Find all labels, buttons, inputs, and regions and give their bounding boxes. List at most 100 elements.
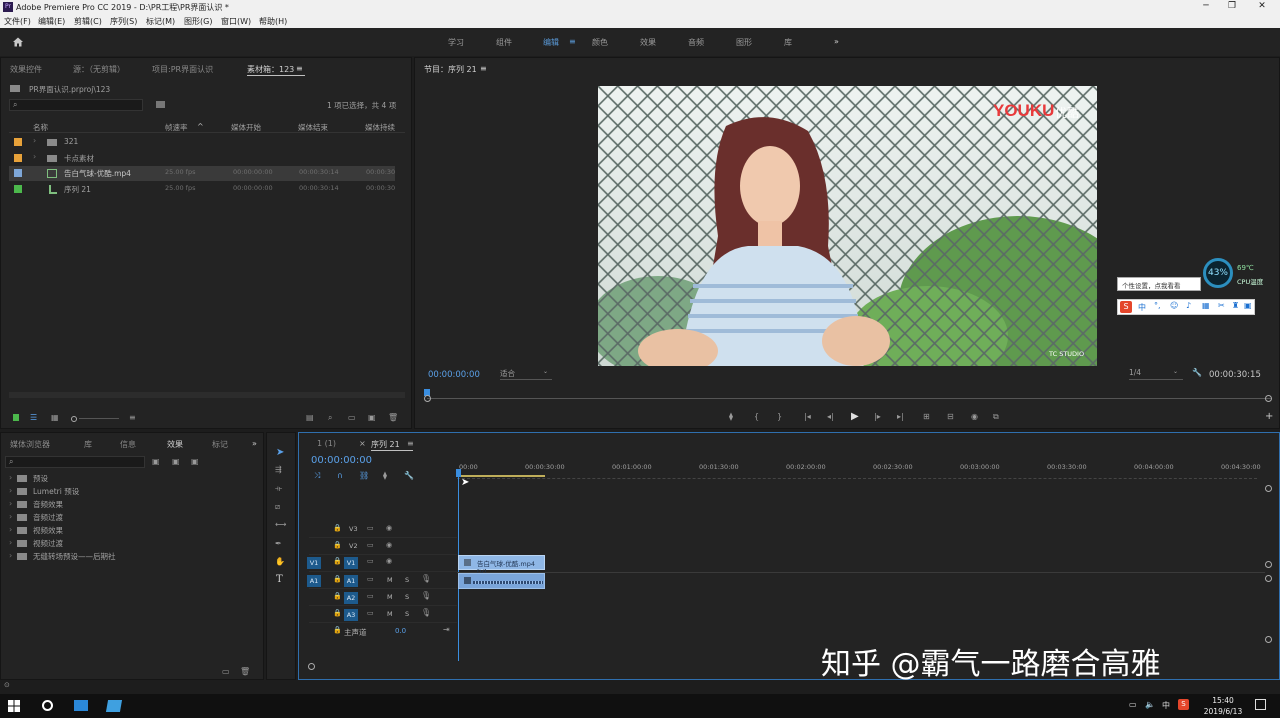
extract-icon[interactable]: ⊟ — [947, 412, 954, 421]
lock-icon[interactable] — [13, 414, 19, 421]
menu-file[interactable]: 文件(F) — [4, 16, 31, 27]
find-icon[interactable]: ⌕ — [328, 413, 332, 423]
go-to-end-icon[interactable]: ⇥ — [443, 625, 450, 634]
go-to-in-icon[interactable]: |◂ — [804, 412, 811, 421]
microphone-icon[interactable]: 🎙 — [421, 574, 431, 583]
program-menu-icon[interactable]: ≡ — [480, 64, 487, 73]
timeline-zoom-handle[interactable] — [308, 663, 315, 670]
playhead-handle[interactable] — [456, 469, 461, 477]
program-timecode[interactable]: 00:00:00:00 — [428, 370, 480, 380]
pen-tool-icon[interactable]: ✒ — [275, 539, 282, 548]
add-marker-icon[interactable]: ⧫ — [383, 471, 387, 480]
eye-icon[interactable]: ◉ — [386, 557, 392, 565]
sync-lock-icon[interactable]: ▭ — [367, 592, 374, 600]
horizontal-scrollbar[interactable] — [9, 392, 405, 398]
track-target-a2[interactable]: A2 — [344, 592, 358, 604]
label-color-swatch[interactable] — [14, 169, 22, 177]
lock-icon[interactable]: 🔒 — [333, 626, 342, 634]
vertical-scroll-handle[interactable] — [1265, 636, 1272, 643]
new-bin-from-search-icon[interactable] — [156, 101, 165, 108]
tab-effect-controls[interactable]: 效果控件 — [10, 64, 42, 75]
lock-icon[interactable]: 🔒 — [333, 557, 342, 565]
mute-button[interactable]: M — [387, 610, 393, 618]
step-back-icon[interactable]: ◂| — [827, 412, 834, 421]
mark-in-icon[interactable]: { — [754, 412, 759, 421]
effects-search-input[interactable]: ⌕ — [5, 456, 145, 468]
track-target-a3[interactable]: A3 — [344, 609, 358, 621]
label-color-swatch[interactable] — [14, 138, 22, 146]
col-media-end[interactable]: 媒体结束 — [298, 122, 328, 133]
track-select-tool-icon[interactable]: ⇶ — [275, 465, 282, 474]
comparison-view-icon[interactable]: ⧉ — [993, 412, 999, 422]
selection-tool-icon[interactable]: ➤ — [276, 447, 284, 458]
delete-icon[interactable]: 🗑 — [240, 667, 250, 676]
chevron-right-icon[interactable]: › — [33, 136, 36, 145]
lock-icon[interactable]: 🔒 — [333, 541, 342, 549]
sogou-tray-icon[interactable]: S — [1178, 699, 1189, 710]
workspace-editing[interactable]: 编辑 — [543, 37, 559, 48]
video-frame[interactable]: YOUKU 优酷 TC STUDIO — [598, 86, 1097, 366]
ime-toolbar[interactable]: S 中 °, ☺ ♪ ▦ ✂ ♜ ▣ — [1117, 299, 1255, 315]
col-media-duration[interactable]: 媒体持续 — [365, 122, 395, 133]
yuv-effects-icon[interactable]: ▣ — [191, 457, 199, 466]
skin-icon[interactable]: ♜ — [1232, 301, 1239, 310]
timeline-timecode[interactable]: 00:00:00:00 — [311, 455, 372, 466]
mark-out-icon[interactable]: } — [777, 412, 782, 421]
punctuation-icon[interactable]: °, — [1154, 301, 1161, 310]
type-tool-icon[interactable]: T — [276, 574, 283, 585]
label-color-swatch[interactable] — [14, 185, 22, 193]
tree-item-audio-effects[interactable]: › 音频效果 — [9, 499, 249, 512]
step-forward-icon[interactable]: |▸ — [874, 412, 881, 421]
chevron-right-icon[interactable]: › — [33, 152, 36, 161]
menu-help[interactable]: 帮助(H) — [259, 16, 287, 27]
tab-sequence-21[interactable]: 序列 21 — [371, 439, 400, 450]
icon-view-icon[interactable]: ▦ — [51, 413, 59, 422]
button-editor-plus-icon[interactable]: + — [1265, 411, 1273, 422]
label-color-swatch[interactable] — [14, 154, 22, 162]
workspace-more-button[interactable]: » — [834, 37, 839, 46]
workspace-assembly[interactable]: 组件 — [496, 37, 512, 48]
list-item[interactable]: › 卡点素材 — [9, 151, 395, 166]
fit-dropdown[interactable]: 适合 ⌄ — [500, 368, 552, 380]
volume-icon[interactable]: 🔈 — [1145, 700, 1155, 709]
microphone-icon[interactable]: 🎙 — [421, 591, 431, 600]
tab-project[interactable]: 项目:PR界面认识 — [152, 64, 213, 75]
tab-source[interactable]: 源：（无剪辑） — [73, 64, 125, 75]
video-clip[interactable]: 告白气球-优酷.mp4 [V] — [458, 555, 545, 576]
tree-item-video-effects[interactable]: › 视频效果 — [9, 525, 249, 538]
tree-item-video-transitions[interactable]: › 视频过渡 — [9, 538, 249, 551]
project-search-input[interactable]: ⌕ — [9, 99, 143, 111]
tree-item-presets[interactable]: › 预设 — [9, 473, 249, 486]
workspace-color[interactable]: 颜色 — [592, 37, 608, 48]
sync-lock-icon[interactable]: ▭ — [367, 575, 374, 583]
close-button[interactable]: ✕ — [1252, 1, 1272, 11]
list-item[interactable]: 序列 21 25.00 fps 00:00:00:00 00:00:30:14 … — [9, 182, 395, 197]
clock-date[interactable]: 2019/6/13 — [1198, 707, 1248, 716]
workspace-graphics[interactable]: 图形 — [736, 37, 752, 48]
track-target-v1[interactable]: V1 — [344, 557, 358, 569]
new-bin-icon[interactable]: ▭ — [348, 413, 356, 422]
col-media-start[interactable]: 媒体开始 — [231, 122, 261, 133]
new-custom-bin-icon[interactable]: ▭ — [222, 667, 230, 676]
scrub-start-handle[interactable] — [424, 395, 431, 402]
razor-tool-icon[interactable]: ⧄ — [275, 502, 280, 512]
eye-icon[interactable]: ◉ — [386, 524, 392, 532]
work-area-bar[interactable] — [457, 475, 545, 477]
sync-lock-icon[interactable]: ▭ — [367, 541, 374, 549]
task-view-icon[interactable] — [74, 700, 88, 711]
menu-edit[interactable]: 编辑(E) — [38, 16, 65, 27]
lock-icon[interactable]: 🔒 — [333, 592, 342, 600]
col-name[interactable]: 名称 — [33, 122, 48, 133]
time-ruler[interactable]: 00:00 00:00:30:00 00:01:00:00 00:01:30:0… — [457, 461, 1261, 483]
close-tab-icon[interactable]: × — [359, 439, 366, 448]
tab-sequence-1[interactable]: 1 (1) — [317, 439, 336, 448]
workspace-menu-icon[interactable]: ≡ — [569, 37, 576, 46]
ripple-edit-tool-icon[interactable]: ⟛ — [275, 484, 282, 494]
accelerated-effects-icon[interactable]: ▣ — [152, 457, 160, 466]
solo-button[interactable]: S — [405, 593, 409, 601]
nest-toggle-icon[interactable]: ⤨ — [314, 471, 320, 481]
add-marker-icon[interactable]: ⧫ — [729, 412, 733, 421]
keyboard-icon[interactable]: ▦ — [1202, 301, 1210, 310]
toolbox-icon[interactable]: ✂ — [1218, 301, 1225, 310]
audio-clip[interactable] — [458, 573, 545, 589]
